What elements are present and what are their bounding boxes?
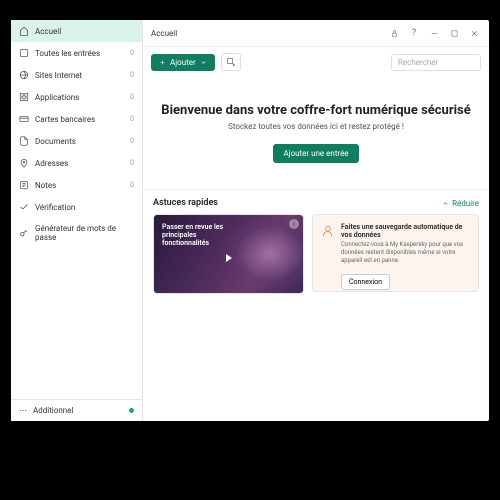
- sidebar-item-count: 0: [130, 159, 134, 167]
- sidebar-item-documents[interactable]: Documents 0: [11, 130, 142, 152]
- main-panel: Accueil ? Ajouter Rechercher Bienvenue d…: [143, 20, 489, 421]
- help-icon[interactable]: ?: [407, 26, 421, 40]
- sidebar-item-generator[interactable]: Générateur de mots de passe: [11, 218, 142, 248]
- login-button[interactable]: Connexion: [341, 274, 390, 290]
- sidebar-item-label: Documents: [35, 137, 124, 146]
- sidebar-item-count: 0: [130, 93, 134, 101]
- app-window: Accueil Toutes les entrées 0 Sites Inter…: [11, 20, 489, 421]
- sidebar-item-label: Sites Internet: [35, 71, 124, 80]
- reduce-button[interactable]: Réduire: [442, 199, 479, 208]
- sidebar-bottom-label: Additionnel: [33, 406, 73, 415]
- info-icon[interactable]: i: [289, 219, 299, 229]
- sidebar-item-notes[interactable]: Notes 0: [11, 174, 142, 196]
- sidebar-item-count: 0: [130, 137, 134, 145]
- sidebar-item-count: 0: [130, 181, 134, 189]
- sidebar-bottom-additionnel[interactable]: ⋯ Additionnel: [11, 399, 142, 421]
- dots-icon: ⋯: [19, 406, 27, 415]
- list-icon: [19, 48, 29, 58]
- backup-title: Faites une sauvegarde automatique de vos…: [341, 223, 470, 239]
- grid-icon: [19, 92, 29, 102]
- toolbar: Ajouter Rechercher: [143, 47, 489, 77]
- hero-title: Bienvenue dans votre coffre-fort numériq…: [159, 103, 473, 118]
- sidebar-item-label: Applications: [35, 93, 124, 102]
- sidebar-item-label: Cartes bancaires: [35, 115, 124, 124]
- sidebar-item-label: Toutes les entrées: [35, 49, 124, 58]
- hero: Bienvenue dans votre coffre-fort numériq…: [143, 77, 489, 179]
- sidebar: Accueil Toutes les entrées 0 Sites Inter…: [11, 20, 143, 421]
- sidebar-item-toutes[interactable]: Toutes les entrées 0: [11, 42, 142, 64]
- sidebar-item-verification[interactable]: Vérification: [11, 196, 142, 218]
- sidebar-item-count: 0: [130, 49, 134, 57]
- sidebar-item-count: 0: [130, 115, 134, 123]
- breadcrumb: Accueil: [151, 29, 177, 38]
- sidebar-item-label: Générateur de mots de passe: [35, 224, 134, 242]
- backup-card: Faites une sauvegarde automatique de vos…: [312, 214, 479, 292]
- backup-desc: Connectez-vous à My Kaspersky pour que v…: [341, 241, 470, 264]
- person-icon: [321, 223, 335, 283]
- status-dot: [129, 408, 134, 413]
- tips-section: Astuces rapides Réduire i Passer en revu…: [143, 189, 489, 302]
- close-button[interactable]: [467, 26, 481, 40]
- sidebar-item-sites[interactable]: Sites Internet 0: [11, 64, 142, 86]
- import-button[interactable]: [221, 53, 241, 71]
- sidebar-item-apps[interactable]: Applications 0: [11, 86, 142, 108]
- chevron-down-icon: [200, 59, 207, 66]
- topbar: Accueil ?: [143, 20, 489, 47]
- sidebar-item-cartes[interactable]: Cartes bancaires 0: [11, 108, 142, 130]
- chevron-up-icon: [442, 200, 449, 207]
- tips-heading: Astuces rapides: [153, 198, 218, 208]
- reduce-label: Réduire: [452, 199, 479, 208]
- document-icon: [19, 136, 29, 146]
- search-input[interactable]: Rechercher: [391, 54, 481, 71]
- sidebar-item-label: Notes: [35, 181, 124, 190]
- video-title: Passer en revue les principales fonction…: [162, 223, 235, 247]
- card-icon: [19, 114, 29, 124]
- video-card[interactable]: i Passer en revue les principales foncti…: [153, 214, 304, 294]
- add-entry-button[interactable]: Ajouter une entrée: [273, 144, 358, 163]
- lock-icon[interactable]: [387, 26, 401, 40]
- add-button[interactable]: Ajouter: [151, 54, 215, 71]
- check-icon: [19, 202, 29, 212]
- maximize-button[interactable]: [447, 26, 461, 40]
- home-icon: [19, 26, 29, 36]
- sidebar-item-label: Accueil: [35, 27, 134, 36]
- sidebar-item-count: 0: [130, 71, 134, 79]
- add-button-label: Ajouter: [170, 58, 196, 67]
- key-icon: [19, 228, 29, 238]
- sidebar-item-adresses[interactable]: Adresses 0: [11, 152, 142, 174]
- hero-subtitle: Stockez toutes vos données ici et restez…: [159, 122, 473, 131]
- sidebar-item-accueil[interactable]: Accueil: [11, 20, 142, 42]
- globe-icon: [19, 70, 29, 80]
- play-icon: [226, 254, 232, 262]
- sidebar-item-label: Vérification: [35, 203, 134, 212]
- note-icon: [19, 180, 29, 190]
- minimize-button[interactable]: [427, 26, 441, 40]
- plus-icon: [159, 59, 166, 66]
- sidebar-item-label: Adresses: [35, 159, 124, 168]
- pin-icon: [19, 158, 29, 168]
